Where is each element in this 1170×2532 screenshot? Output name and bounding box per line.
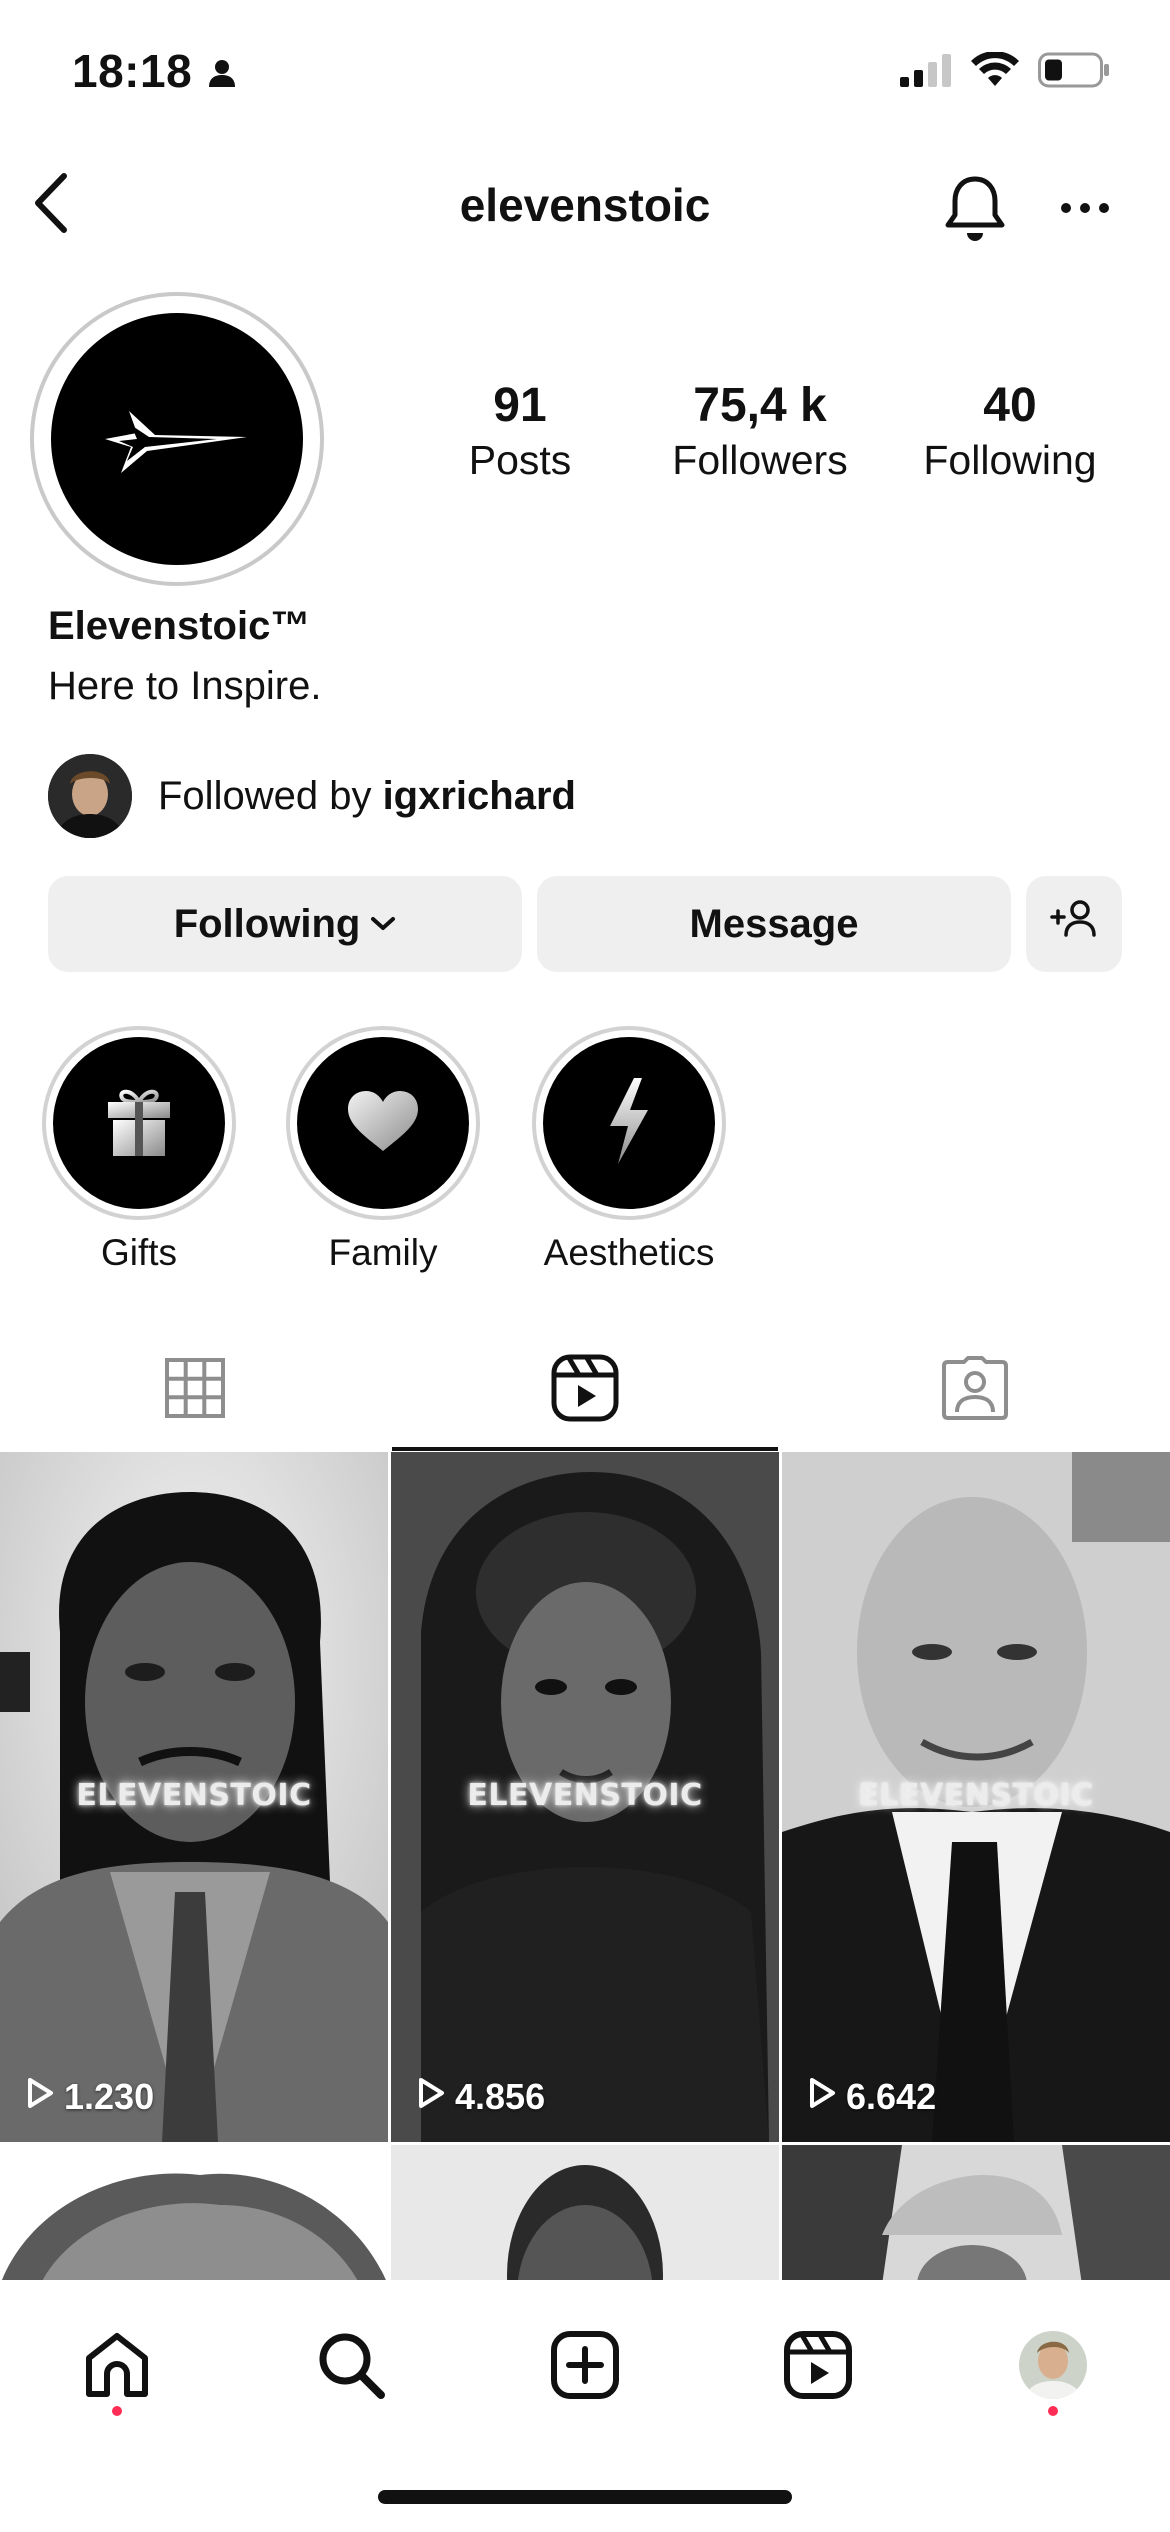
highlight-cover <box>53 1037 225 1209</box>
tab-posts-grid[interactable] <box>0 1330 390 1450</box>
reel-tile[interactable] <box>391 2145 779 2280</box>
person-icon <box>207 58 237 93</box>
more-horizontal-icon <box>1060 201 1110 219</box>
followed-by-username: igxrichard <box>382 773 576 818</box>
more-options-button[interactable] <box>1050 180 1120 240</box>
reel-watermark: ELEVENSTOIC <box>76 1778 312 1813</box>
followed-by-text: Followed by igxrichard <box>158 774 576 819</box>
views-count: 6.642 <box>846 2076 937 2117</box>
message-label: Message <box>689 901 859 946</box>
stat-count: 40 <box>983 379 1037 432</box>
profile-header: elevenstoic <box>0 160 1170 250</box>
profile-tabs <box>0 1330 1170 1450</box>
highlight-family[interactable]: Family <box>286 1026 480 1274</box>
home-notification-dot <box>112 2406 122 2416</box>
reel-watermark: ELEVENSTOIC <box>858 1778 1094 1813</box>
status-time: 18:18 <box>72 45 193 97</box>
highlight-label: Gifts <box>100 1232 178 1273</box>
reels-grid: ELEVENSTOIC 1.230 ELEVENSTOIC 4.856 ELEV… <box>0 1452 1170 2280</box>
stat-label: Following <box>923 437 1097 483</box>
profile-avatar[interactable] <box>30 292 324 586</box>
reel-views: 4.856 <box>417 2076 545 2118</box>
active-tab-indicator <box>392 1447 778 1451</box>
star-streak-logo-icon <box>105 411 247 473</box>
home-icon <box>81 2330 153 2405</box>
search-icon <box>315 2329 387 2406</box>
heart-icon <box>346 1089 420 1158</box>
reel-watermark: ELEVENSTOIC <box>467 1778 703 1813</box>
followed-by-prefix: Followed by <box>158 773 383 818</box>
followed-by-row[interactable]: Followed by igxrichard <box>48 754 576 838</box>
following-label: Following <box>173 901 361 946</box>
highlight-label: Aesthetics <box>543 1232 715 1273</box>
highlight-cover <box>297 1037 469 1209</box>
reel-tile[interactable] <box>782 2145 1170 2280</box>
status-bar: 18:18 <box>0 0 1170 150</box>
reels-icon <box>784 2330 852 2404</box>
avatar-logo <box>51 313 303 565</box>
reel-views: 1.230 <box>26 2076 154 2118</box>
tagged-person-icon <box>942 1355 1008 1425</box>
views-count: 1.230 <box>64 2076 155 2117</box>
highlight-cover <box>543 1037 715 1209</box>
bell-icon <box>943 173 1007 248</box>
nav-profile[interactable] <box>1008 2322 1098 2412</box>
follower-avatar <box>48 754 132 838</box>
reel-thumbnail <box>0 2145 388 2280</box>
reel-tile[interactable]: ELEVENSTOIC 1.230 <box>0 1452 388 2142</box>
display-name: Elevenstoic™ <box>48 604 311 648</box>
stat-followers[interactable]: 75,4 k Followers <box>640 378 880 486</box>
highlight-aesthetics[interactable]: Aesthetics <box>532 1026 726 1274</box>
reel-thumbnail <box>782 2145 1170 2280</box>
views-count: 4.856 <box>455 2076 546 2117</box>
nav-create[interactable] <box>540 2322 630 2412</box>
cellular-signal-icon <box>900 53 952 92</box>
reel-thumbnail <box>391 2145 779 2280</box>
profile-stats: 91 Posts 75,4 k Followers 40 Following <box>440 378 1140 486</box>
highlight-ring <box>42 1026 236 1220</box>
stat-count: 91 <box>493 379 547 432</box>
battery-icon <box>1038 52 1110 93</box>
reels-icon <box>551 1354 619 1427</box>
stat-label: Posts <box>468 437 572 483</box>
reel-tile[interactable]: ELEVENSTOIC 6.642 <box>782 1452 1170 2142</box>
highlight-ring <box>532 1026 726 1220</box>
grid-icon <box>164 1357 226 1424</box>
nav-home[interactable] <box>72 2322 162 2412</box>
notifications-button[interactable] <box>935 170 1015 250</box>
tab-tagged[interactable] <box>780 1330 1170 1450</box>
stat-posts[interactable]: 91 Posts <box>440 378 600 486</box>
reel-tile[interactable] <box>0 2145 388 2280</box>
following-button[interactable]: Following <box>48 876 522 972</box>
bio: Here to Inspire. <box>48 664 322 708</box>
add-user-icon <box>1050 899 1098 949</box>
home-indicator <box>378 2490 792 2504</box>
play-icon <box>26 2076 54 2118</box>
stat-following[interactable]: 40 Following <box>900 378 1120 486</box>
tab-reels[interactable] <box>390 1330 780 1450</box>
lightning-icon <box>604 1076 654 1171</box>
wifi-icon <box>970 51 1020 93</box>
suggested-users-button[interactable] <box>1026 876 1122 972</box>
status-indicators <box>900 51 1110 93</box>
gift-icon <box>104 1084 174 1163</box>
message-button[interactable]: Message <box>537 876 1011 972</box>
reel-tile[interactable]: ELEVENSTOIC 4.856 <box>391 1452 779 2142</box>
highlight-label: Family <box>328 1232 438 1273</box>
nav-search[interactable] <box>306 2322 396 2412</box>
highlight-gifts[interactable]: Gifts <box>42 1026 236 1274</box>
reel-views: 6.642 <box>808 2076 936 2118</box>
chevron-down-icon <box>370 916 396 932</box>
stat-count: 75,4 k <box>693 379 827 432</box>
nav-reels[interactable] <box>773 2322 863 2412</box>
stat-label: Followers <box>672 437 848 483</box>
profile-notification-dot <box>1048 2406 1058 2416</box>
profile-avatar <box>1017 2329 1089 2406</box>
play-icon <box>417 2076 445 2118</box>
highlight-ring <box>286 1026 480 1220</box>
plus-square-icon <box>551 2330 619 2404</box>
play-icon <box>808 2076 836 2118</box>
